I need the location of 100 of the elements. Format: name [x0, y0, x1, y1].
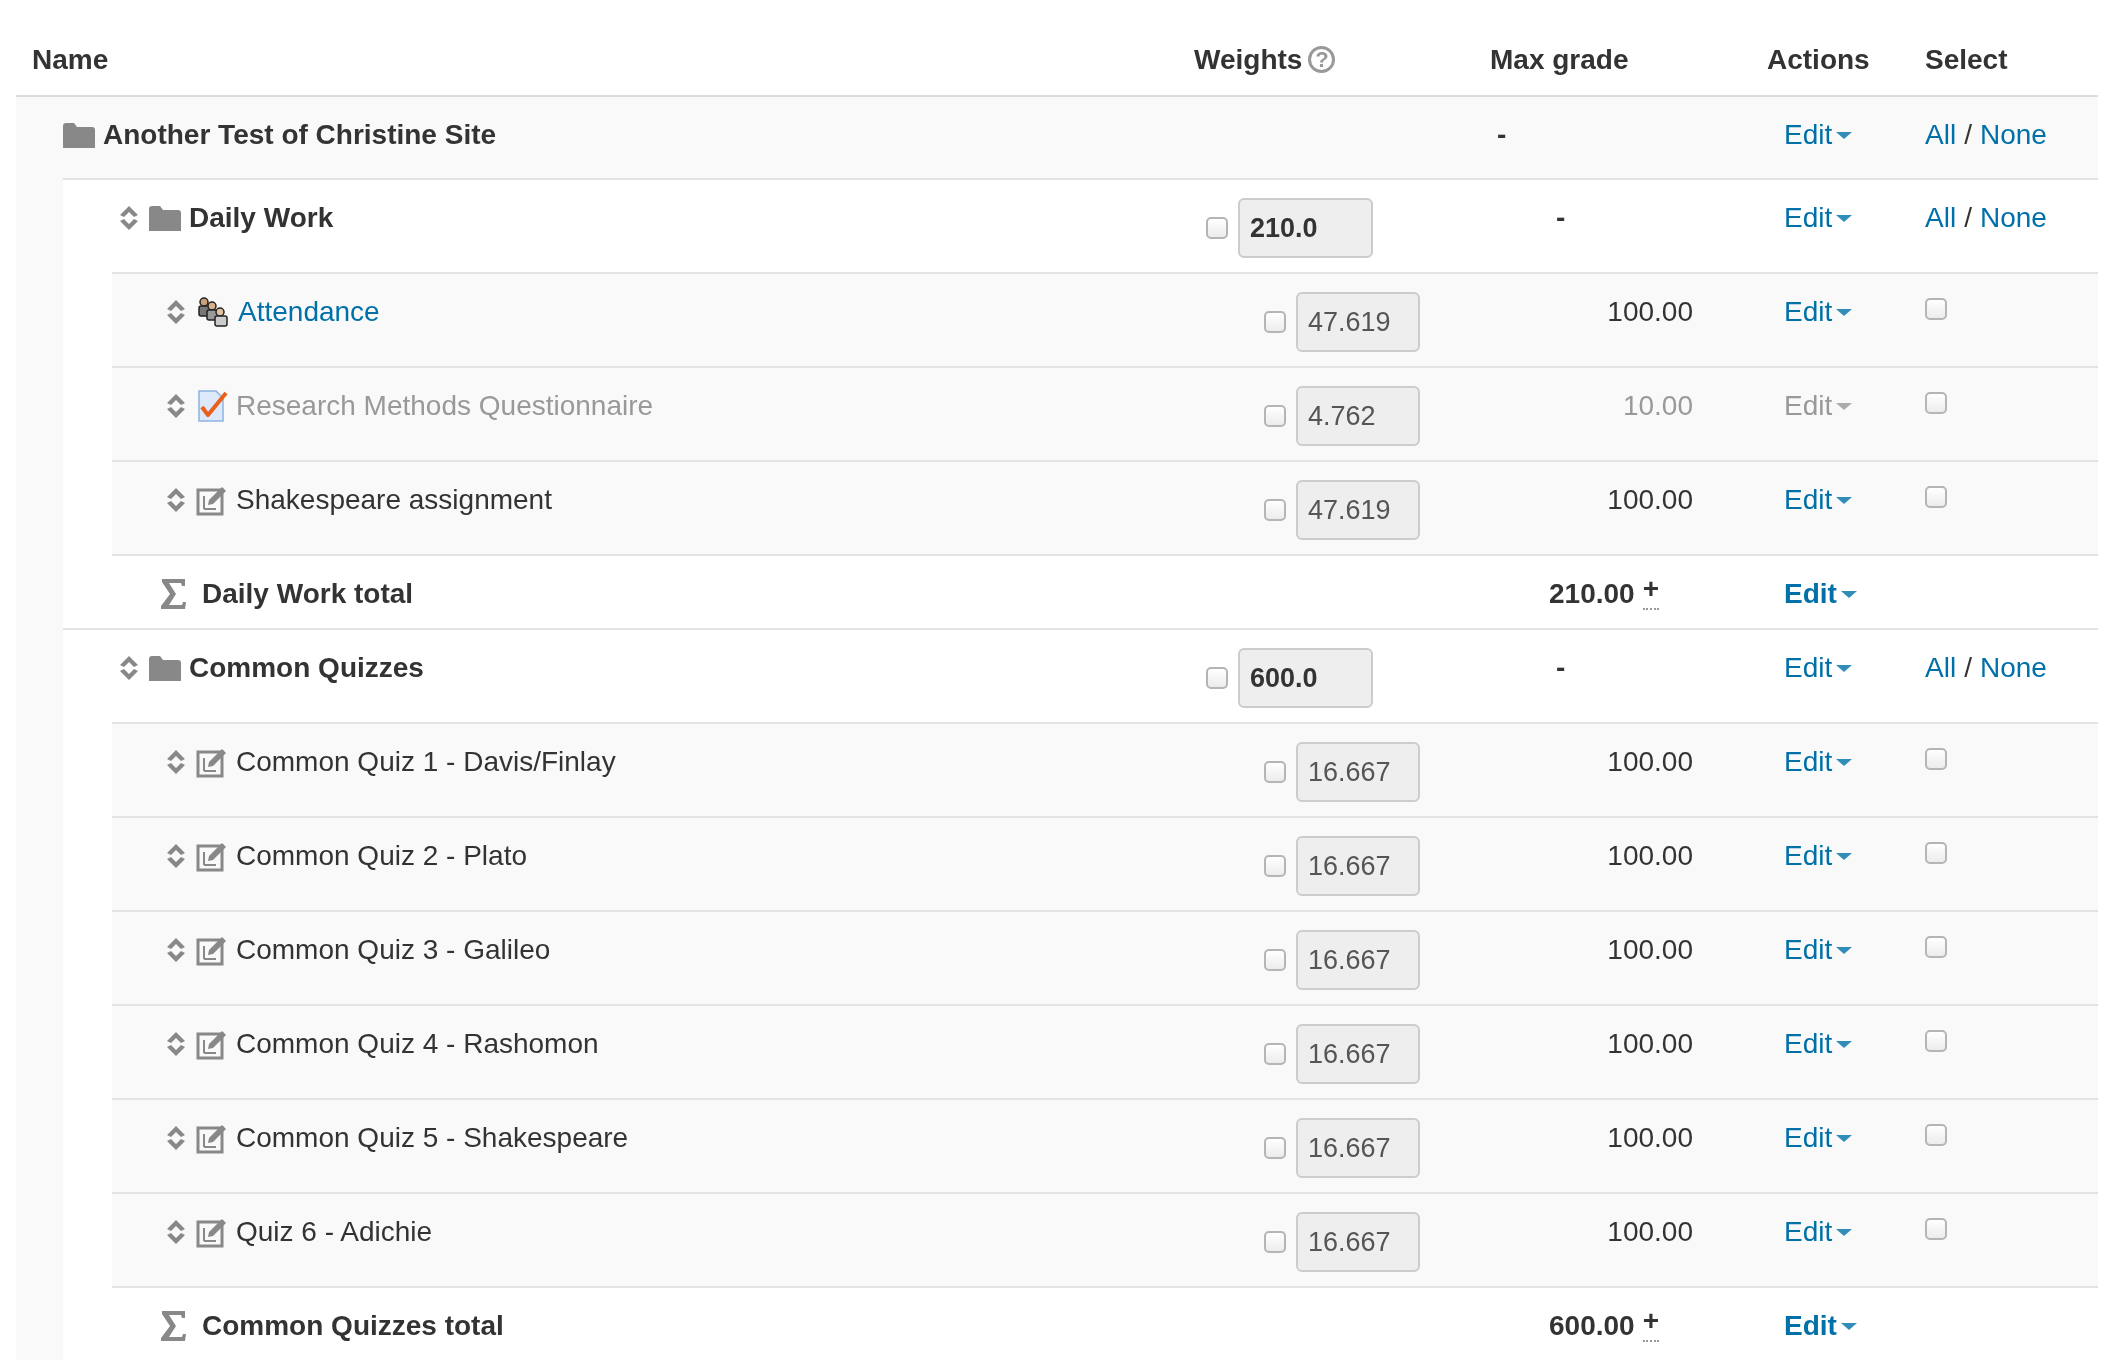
select-checkbox[interactable] — [1925, 392, 1947, 414]
separator-text: / — [1964, 118, 1972, 152]
weight-input[interactable]: 600.0 — [1238, 648, 1373, 708]
column-header: Name — [32, 43, 109, 75]
plus-link[interactable]: + — [1642, 574, 1659, 610]
edit-document-icon — [196, 1216, 228, 1248]
item-name: Research Methods Questionnaire — [236, 389, 654, 423]
weight-override-checkbox[interactable] — [1264, 1043, 1286, 1065]
item-name: Common Quiz 5 - Shakespeare — [236, 1121, 629, 1155]
edit-menu-link[interactable]: Edit — [1784, 386, 1853, 426]
column-header: Select — [1925, 43, 2008, 75]
item-name: Quiz 6 - Adichie — [236, 1215, 433, 1249]
separator-text: / — [1964, 201, 1972, 235]
edit-menu-link[interactable]: Edit — [1784, 292, 1853, 332]
weight-input[interactable]: 16.667 — [1296, 1118, 1420, 1178]
item-name: Common Quiz 1 - Davis/Finlay — [236, 745, 616, 779]
edit-menu-link[interactable]: Edit — [1784, 480, 1853, 520]
edit-document-icon — [196, 1028, 228, 1060]
max-grade-text: 10.00 — [1622, 390, 1693, 421]
weight-input[interactable]: 16.667 — [1296, 1024, 1420, 1084]
item-name: Common Quiz 4 - Rashomon — [236, 1027, 599, 1061]
max-grade-text: - — [1497, 119, 1507, 150]
item-name: Common Quiz 2 - Plato — [236, 839, 527, 873]
help-icon[interactable]: ? — [1308, 46, 1336, 73]
select-none-link[interactable]: None — [1979, 115, 2047, 155]
weight-override-checkbox[interactable] — [1206, 217, 1228, 239]
caret-icon — [1836, 664, 1853, 672]
weight-input[interactable]: 16.667 — [1296, 1212, 1420, 1272]
select-checkbox[interactable] — [1925, 486, 1947, 508]
edit-document-icon — [196, 840, 228, 872]
weight-input[interactable]: 47.619 — [1296, 292, 1420, 352]
edit-document-icon — [196, 746, 228, 778]
weight-input[interactable]: 16.667 — [1296, 836, 1420, 896]
folder-icon — [149, 655, 181, 681]
caret-icon — [1836, 214, 1853, 222]
caret-icon — [1836, 496, 1853, 504]
edit-menu-link[interactable]: Edit — [1784, 574, 1857, 614]
select-none-link[interactable]: None — [1979, 198, 2047, 238]
total-name: Common Quizzes total — [202, 1309, 504, 1343]
max-grade-text: 100.00 — [1607, 840, 1693, 871]
weight-input[interactable]: 16.667 — [1296, 930, 1420, 990]
folder-icon — [149, 205, 181, 231]
weight-override-checkbox[interactable] — [1264, 949, 1286, 971]
max-grade-text: 100.00 — [1607, 746, 1693, 777]
weight-input[interactable]: 16.667 — [1296, 742, 1420, 802]
edit-menu-link[interactable]: Edit — [1784, 198, 1853, 238]
caret-icon — [1836, 402, 1853, 410]
category-name: Daily Work — [189, 201, 334, 235]
weight-override-checkbox[interactable] — [1264, 1137, 1286, 1159]
total-name: Daily Work total — [202, 577, 414, 611]
weight-override-checkbox[interactable] — [1264, 1231, 1286, 1253]
weight-input[interactable]: 210.0 — [1238, 198, 1373, 258]
category-name: Another Test of Christine Site — [103, 118, 497, 152]
edit-menu-link[interactable]: Edit — [1784, 742, 1853, 782]
select-all-link[interactable]: All — [1925, 198, 1957, 238]
select-all-link[interactable]: All — [1925, 115, 1957, 155]
weight-override-checkbox[interactable] — [1264, 405, 1286, 427]
edit-menu-link[interactable]: Edit — [1784, 1212, 1853, 1252]
edit-menu-link[interactable]: Edit — [1784, 930, 1853, 970]
edit-document-icon — [196, 1122, 228, 1154]
select-checkbox[interactable] — [1925, 936, 1947, 958]
item-link[interactable]: Attendance — [238, 292, 380, 332]
max-grade-text: 600.00 — [1549, 1309, 1635, 1343]
plus-link[interactable]: + — [1642, 1306, 1659, 1342]
people-group-icon — [196, 296, 230, 328]
caret-icon — [1836, 758, 1853, 766]
weight-override-checkbox[interactable] — [1264, 499, 1286, 521]
category-name: Common Quizzes — [189, 651, 424, 685]
weight-override-checkbox[interactable] — [1206, 667, 1228, 689]
max-grade-text: 100.00 — [1607, 484, 1693, 515]
max-grade-text: - — [1556, 652, 1566, 683]
edit-menu-link[interactable]: Edit — [1784, 1306, 1857, 1346]
edit-document-icon — [196, 484, 228, 516]
sigma-icon — [160, 1310, 186, 1342]
weight-input[interactable]: 47.619 — [1296, 480, 1420, 540]
select-checkbox[interactable] — [1925, 748, 1947, 770]
edit-menu-link[interactable]: Edit — [1784, 648, 1853, 688]
select-checkbox[interactable] — [1925, 1124, 1947, 1146]
caret-icon — [1836, 1134, 1853, 1142]
column-header: Actions — [1767, 43, 1870, 75]
select-checkbox[interactable] — [1925, 298, 1947, 320]
select-all-link[interactable]: All — [1925, 648, 1957, 688]
select-checkbox[interactable] — [1925, 1030, 1947, 1052]
edit-menu-link[interactable]: Edit — [1784, 115, 1853, 155]
column-header: Weights — [1194, 42, 1303, 77]
edit-menu-link[interactable]: Edit — [1784, 836, 1853, 876]
weight-input[interactable]: 4.762 — [1296, 386, 1420, 446]
select-checkbox[interactable] — [1925, 1218, 1947, 1240]
edit-menu-link[interactable]: Edit — [1784, 1118, 1853, 1158]
max-grade-text: 210.00 — [1549, 577, 1635, 611]
caret-icon — [1836, 852, 1853, 860]
max-grade-text: 100.00 — [1607, 296, 1693, 327]
weight-override-checkbox[interactable] — [1264, 761, 1286, 783]
caret-icon — [1836, 946, 1853, 954]
edit-menu-link[interactable]: Edit — [1784, 1024, 1853, 1064]
select-checkbox[interactable] — [1925, 842, 1947, 864]
select-none-link[interactable]: None — [1979, 648, 2047, 688]
weight-override-checkbox[interactable] — [1264, 311, 1286, 333]
item-name: Shakespeare assignment — [236, 483, 552, 517]
weight-override-checkbox[interactable] — [1264, 855, 1286, 877]
